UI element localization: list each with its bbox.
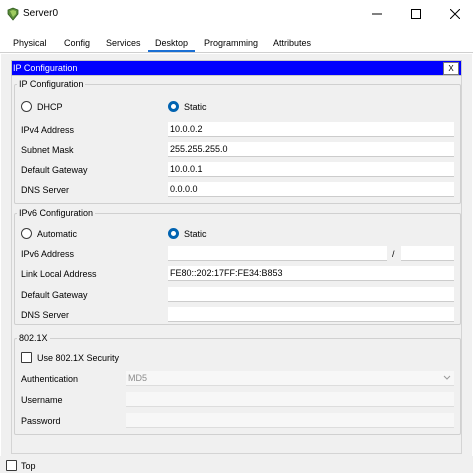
ipv6-group-title: IPv6 Configuration (17, 208, 96, 218)
ipv4-group-title: IP Configuration (17, 79, 86, 89)
dns-server-field[interactable]: 0.0.0.0 (168, 182, 454, 197)
authentication-select[interactable]: MD5 (126, 371, 454, 386)
ipv4-address-label: IPv4 Address (21, 125, 75, 135)
ipv6-dns-server-label: DNS Server (21, 310, 70, 320)
dns-server-value: 0.0.0.0 (170, 184, 198, 194)
subnet-mask-label: Subnet Mask (21, 145, 74, 155)
ipv6-address-label: IPv6 Address (21, 249, 75, 259)
bottom-bar: Top (0, 456, 473, 473)
authentication-label: Authentication (21, 374, 79, 384)
tab-programming[interactable]: Programming (204, 38, 258, 48)
ip-config-panel: IP Configuration DHCP Static IPv4 Addres… (11, 76, 462, 454)
password-field[interactable] (126, 413, 454, 428)
link-local-value: FE80::202:17FF:FE34:B853 (170, 268, 283, 278)
ip-config-header: IP Configuration X (11, 60, 462, 76)
tab-attributes[interactable]: Attributes (273, 38, 311, 48)
minimize-button[interactable] (358, 0, 396, 28)
tab-services[interactable]: Services (106, 38, 141, 48)
username-field[interactable] (126, 392, 454, 407)
dns-server-label: DNS Server (21, 185, 70, 195)
default-gateway-field[interactable]: 10.0.0.1 (168, 162, 454, 177)
dhcp-label: DHCP (37, 102, 63, 112)
ipv6-default-gateway-field[interactable] (168, 287, 454, 302)
static-ipv4-label: Static (184, 102, 207, 112)
default-gateway-label: Default Gateway (21, 165, 88, 175)
server-app-icon (7, 7, 19, 21)
dot1x-group-title: 802.1X (17, 333, 50, 343)
top-checkbox[interactable] (6, 460, 17, 471)
maximize-button[interactable] (397, 0, 435, 28)
default-gateway-value: 10.0.0.1 (170, 164, 203, 174)
static-ipv6-label: Static (184, 229, 207, 239)
chevron-down-icon (443, 375, 451, 380)
use-8021x-checkbox[interactable] (21, 352, 32, 363)
close-button[interactable] (436, 0, 473, 28)
top-label: Top (21, 461, 36, 471)
title-bar: Server0 (0, 0, 473, 30)
automatic-ipv6-label: Automatic (37, 229, 78, 239)
link-local-label: Link Local Address (21, 269, 97, 279)
ipv6-prefix-field[interactable] (401, 246, 454, 261)
tab-desktop[interactable]: Desktop (148, 38, 196, 52)
maximize-icon (411, 9, 421, 19)
link-local-field[interactable]: FE80::202:17FF:FE34:B853 (168, 266, 454, 281)
ipv6-address-field[interactable] (168, 246, 387, 261)
tab-physical[interactable]: Physical (13, 38, 47, 48)
subnet-mask-value: 255.255.255.0 (170, 144, 228, 154)
static-ipv4-radio[interactable] (168, 101, 179, 112)
window-title: Server0 (23, 8, 59, 19)
tab-config[interactable]: Config (64, 38, 90, 48)
ip-config-header-title: IP Configuration (13, 63, 78, 73)
ip-config-close-button[interactable]: X (443, 62, 459, 75)
static-ipv6-radio[interactable] (168, 228, 179, 239)
prefix-separator: / (392, 249, 395, 259)
use-8021x-label: Use 802.1X Security (37, 353, 120, 363)
subnet-mask-field[interactable]: 255.255.255.0 (168, 142, 454, 157)
dhcp-radio[interactable] (21, 101, 32, 112)
ipv6-default-gateway-label: Default Gateway (21, 290, 88, 300)
username-label: Username (21, 395, 63, 405)
automatic-ipv6-radio[interactable] (21, 228, 32, 239)
close-icon (450, 9, 460, 19)
authentication-value: MD5 (128, 373, 148, 383)
minimize-icon (372, 13, 382, 15)
ipv4-address-field[interactable]: 10.0.0.2 (168, 122, 454, 137)
ipv4-address-value: 10.0.0.2 (170, 124, 203, 134)
tab-bar: Physical Config Services Desktop Program… (0, 36, 473, 53)
password-label: Password (21, 416, 61, 426)
ipv6-dns-server-field[interactable] (168, 307, 454, 322)
